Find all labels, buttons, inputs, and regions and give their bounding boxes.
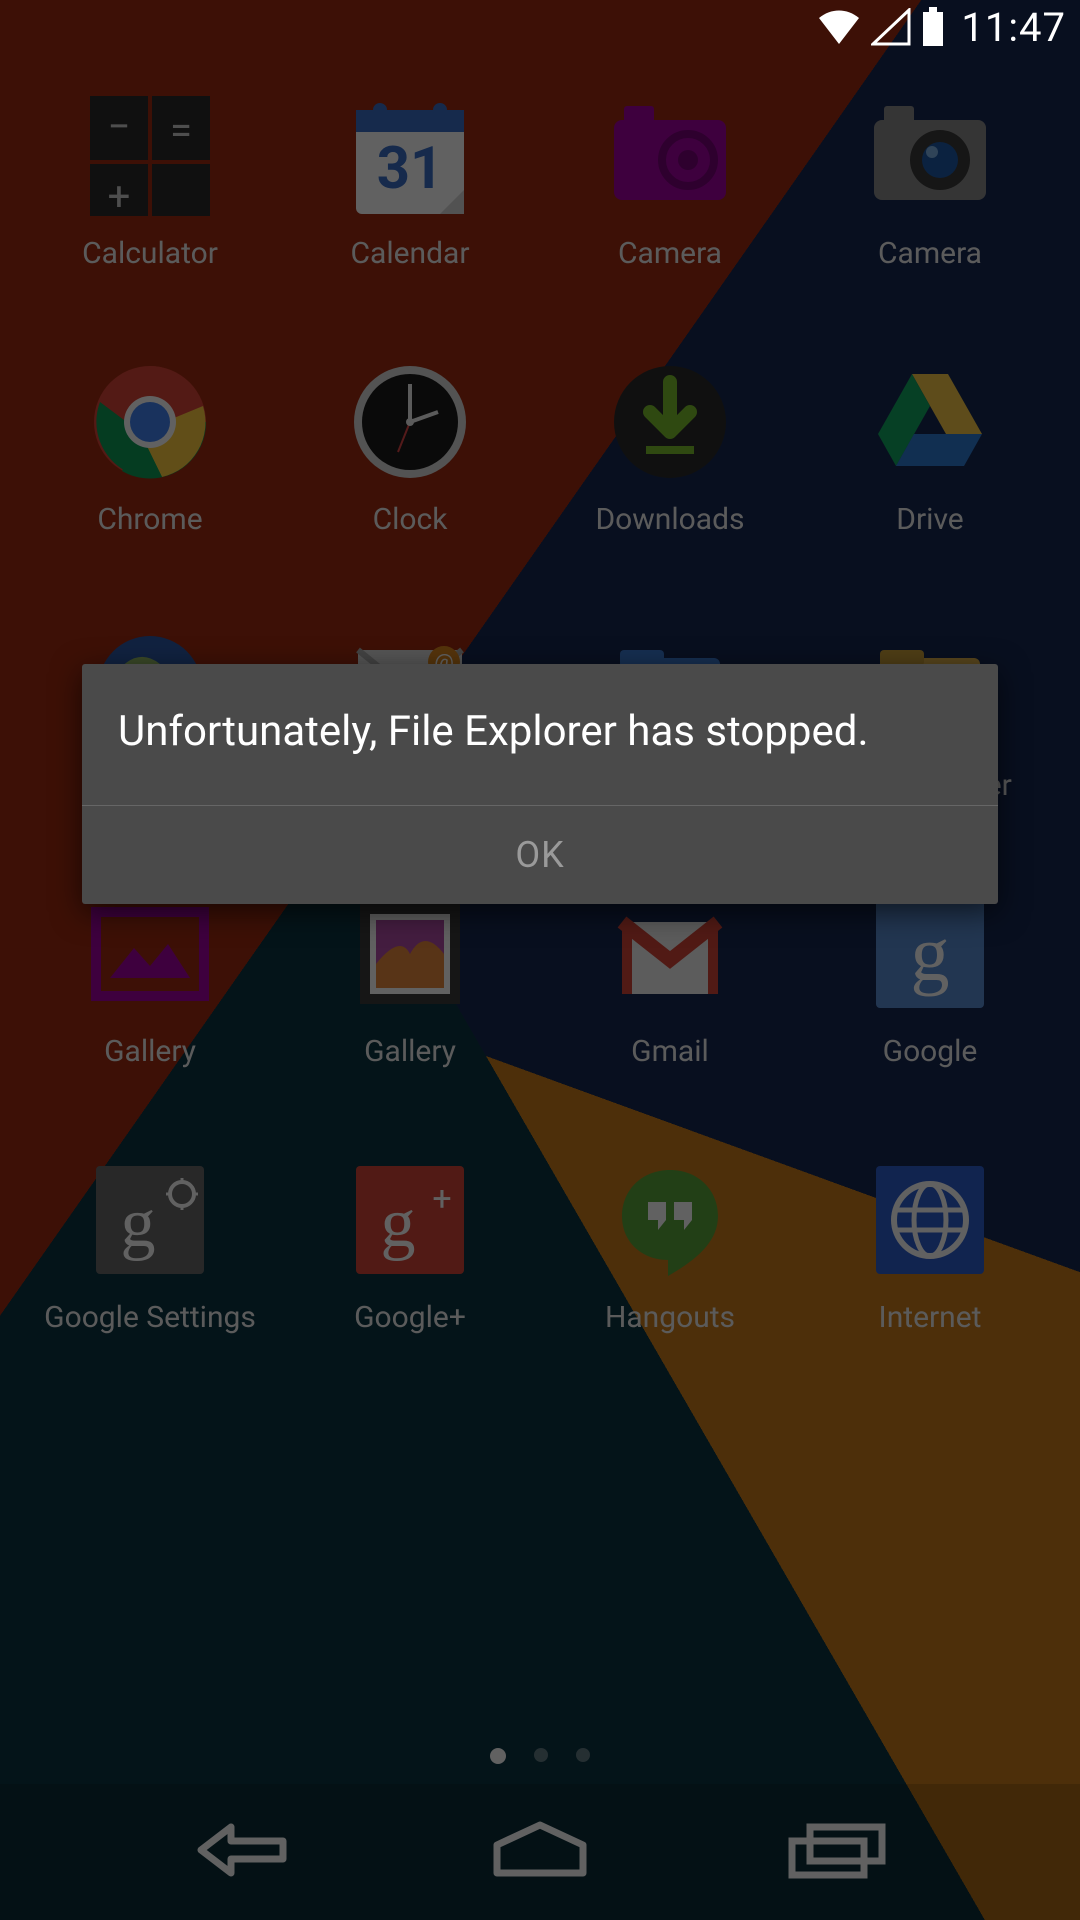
wifi-icon — [817, 8, 861, 46]
battery-icon — [921, 7, 945, 47]
ok-button[interactable]: OK — [82, 806, 998, 904]
error-dialog: Unfortunately, File Explorer has stopped… — [82, 664, 998, 904]
status-clock: 11:47 — [961, 4, 1066, 51]
status-bar: 11:47 — [0, 0, 1080, 54]
modal-scrim — [0, 0, 1080, 1920]
dialog-message: Unfortunately, File Explorer has stopped… — [82, 664, 998, 805]
cell-signal-icon — [871, 8, 911, 46]
